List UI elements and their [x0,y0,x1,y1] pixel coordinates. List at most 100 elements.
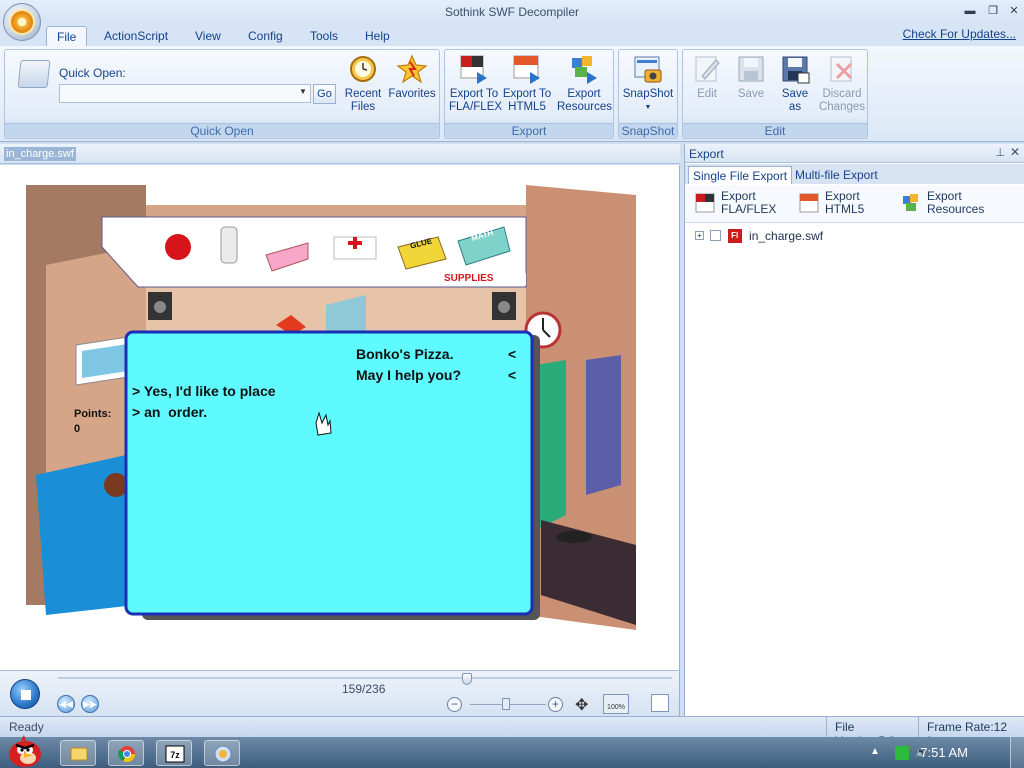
reply-option-2[interactable]: > an order. [132,404,207,420]
tree-file-name[interactable]: in_charge.swf [749,229,823,243]
restore-button[interactable]: ❐ [985,4,1001,18]
edit-button[interactable]: Edit [687,54,727,101]
flash-stage[interactable]: Points: 0 SUPPLIES GLUE MATH Bonko's Piz… [26,185,636,630]
html5-icon [512,54,542,84]
favorites-button[interactable]: Favorites [387,54,437,101]
close-icon[interactable]: ✕ [1010,145,1020,159]
export-fla-flex-label: Export To FLA/FLEX [449,88,503,113]
title-bar: Sothink SWF Decompiler ▬ ❐ ✕ [0,0,1024,24]
tab-actionscript[interactable]: ActionScript [94,26,178,47]
edit-group-label: Edit [683,123,867,138]
save-label: Save [737,88,765,100]
check-updates-link[interactable]: Check For Updates... [903,27,1016,41]
room-scene [26,185,636,630]
document-tab-bar: in_charge.swf [0,144,680,164]
clock-icon [348,54,378,84]
camera-icon [633,54,663,84]
tab-view[interactable]: View [185,26,231,47]
tab-tools[interactable]: Tools [300,26,348,47]
discard-icon [827,54,857,84]
close-button[interactable]: ✕ [1006,4,1022,18]
export-resources-panel-label: Export Resources [927,189,985,216]
export-html5-panel-label: Export HTML5 [825,189,865,216]
dialog-line-2: May I help you? [356,367,462,383]
pan-zoom-icon[interactable]: ✥ [575,695,588,715]
file-version: File Version:5.0 [826,717,918,748]
start-button[interactable] [6,734,44,768]
show-desktop-button[interactable] [1010,737,1024,768]
pencil-icon [692,54,722,84]
recent-files-label: Recent Files [344,88,382,113]
export-panel-title: Export [689,147,724,161]
export-html5-button[interactable]: Export To HTML5 [501,54,553,114]
sothink-icon [214,745,232,763]
forward-button[interactable]: ▶▶ [81,695,99,713]
snapshot-group: SnapShot ▼ SnapShot [618,49,678,139]
timeline-track[interactable] [58,677,672,679]
tree-expander[interactable]: + [695,231,704,241]
angry-bird-icon [9,735,41,767]
dialog-box [124,330,534,616]
export-resources-label: Export Resources [557,88,612,113]
stop-button[interactable] [10,679,40,709]
dialog-arrow-1: < [508,346,517,362]
tab-help[interactable]: Help [355,26,400,47]
tab-single-file-export[interactable]: Single File Export [688,166,793,184]
tab-file[interactable]: File [46,26,88,47]
export-panel: Export ⊥ ✕ Single File Export Multi-file… [684,144,1024,716]
tab-config[interactable]: Config [238,26,293,47]
gear-icon [11,11,33,33]
tray-expand-icon[interactable]: ▲ [870,746,884,760]
quick-open-group: Quick Open: ▼ Go Recent Files Favorites … [4,49,440,139]
supplies-label: SUPPLIES [444,273,494,284]
discard-changes-button[interactable]: Discard Changes [817,54,867,114]
folder-icon [70,747,88,761]
chrome-icon [118,746,136,763]
export-html5-panel-button[interactable]: Export HTML5 [799,190,864,216]
fullscreen-button[interactable] [651,694,669,712]
tab-multi-file-export[interactable]: Multi-file Export [791,166,882,184]
system-clock[interactable]: 7:51 AM [920,745,968,760]
export-fla-flex-button[interactable]: Export To FLA/FLEX [449,54,503,114]
ribbon: Quick Open: ▼ Go Recent Files Favorites … [0,46,1024,142]
document-tab[interactable]: in_charge.swf [4,147,76,161]
chevron-down-icon: ▼ [644,104,652,111]
rewind-button[interactable]: ◀◀ [57,695,75,713]
export-resources-panel-button[interactable]: Export Resources [901,190,984,216]
export-resources-button[interactable]: Export Resources [557,54,612,114]
recent-files-button[interactable]: Recent Files [341,54,385,114]
snapshot-button[interactable]: SnapShot ▼ [621,54,675,114]
stop-icon [21,690,31,700]
export-toolbar: Export FLA/FLEX Export HTML5 Export Reso… [685,185,1024,223]
explorer-taskbar-button[interactable] [60,740,96,766]
reply-option-1[interactable]: > Yes, I'd like to place [132,383,276,399]
tree-checkbox[interactable] [710,230,722,242]
window-title: Sothink SWF Decompiler [444,5,580,19]
zoom-in-button[interactable]: + [548,697,563,712]
frame-rate: Frame Rate:12 fps [918,717,1024,748]
favorites-label: Favorites [388,88,436,100]
7zip-taskbar-button[interactable]: 7z [156,740,192,766]
go-button[interactable]: Go [313,84,336,104]
floppy-icon [780,54,810,84]
export-panel-header: Export ⊥ ✕ [685,144,1024,163]
zoom-out-button[interactable]: − [447,697,462,712]
html5-icon [799,193,819,213]
pin-icon[interactable]: ⊥ [995,146,1005,159]
save-button[interactable]: Save [731,54,771,101]
chrome-taskbar-button[interactable] [108,740,144,766]
save-as-button[interactable]: Save as [775,54,815,114]
playback-bar: ◀◀ ▶▶ 159/236 − + ✥ 100% [0,670,680,716]
zoom-slider-thumb[interactable] [502,698,510,710]
tray-app-icon[interactable] [895,746,909,760]
sothink-taskbar-button[interactable] [204,740,240,766]
export-fla-flex-panel-button[interactable]: Export FLA/FLEX [695,190,776,216]
chevron-down-icon[interactable]: ▼ [299,87,307,96]
app-menu-button[interactable] [3,3,41,41]
star-icon [396,54,428,84]
timeline-thumb[interactable] [462,673,472,685]
resources-icon [901,193,921,213]
zoom-100-button[interactable]: 100% [603,694,629,714]
quick-open-input[interactable] [59,84,311,103]
minimize-button[interactable]: ▬ [962,4,978,18]
